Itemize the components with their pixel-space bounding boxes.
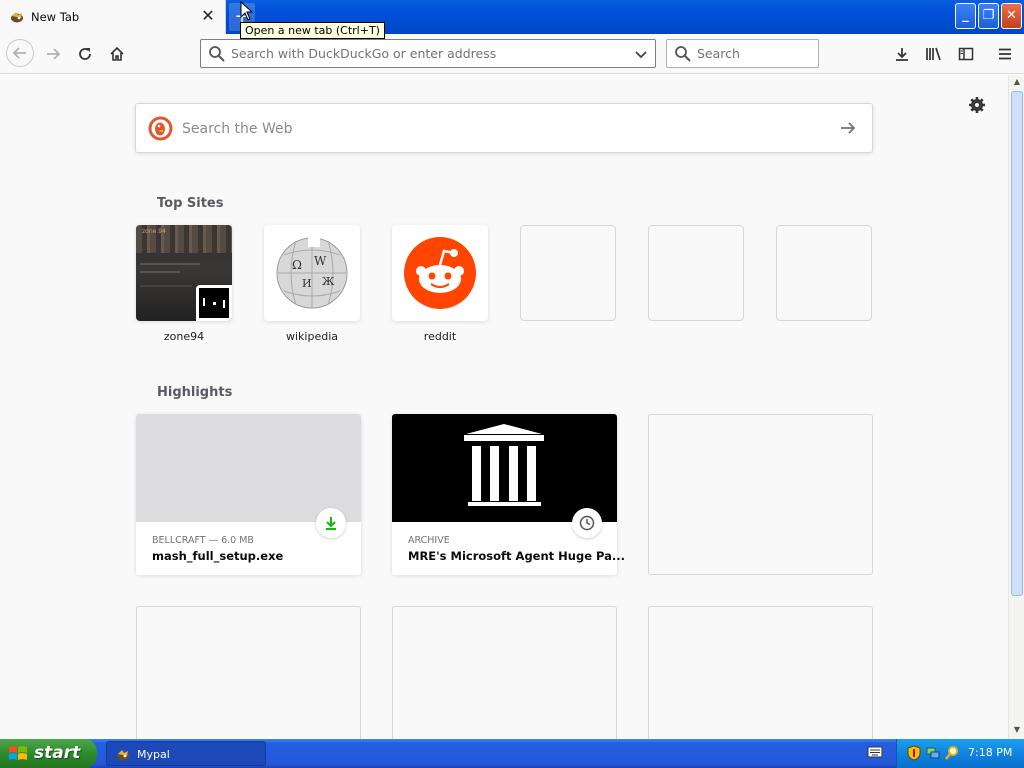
highlight-empty: [648, 606, 873, 739]
wikipedia-globe-icon: Ω W И Ж: [276, 237, 348, 309]
clock: 7:18 PM: [968, 746, 1013, 759]
svg-text:Ω: Ω: [292, 258, 302, 272]
search-icon: [674, 45, 691, 65]
highlight-empty: [136, 606, 361, 739]
search-tray-icon[interactable]: [944, 745, 960, 764]
tab-title: New Tab: [31, 10, 80, 24]
taskbar-item-label: Mypal: [137, 748, 170, 761]
highlight-empty: [648, 414, 873, 575]
top-site-empty[interactable]: [520, 225, 616, 321]
empty-tile: [776, 225, 872, 321]
arrow-right-icon[interactable]: [838, 118, 858, 141]
top-site-empty[interactable]: [648, 225, 744, 321]
web-search-box[interactable]: [135, 103, 873, 153]
home-button[interactable]: [104, 41, 130, 67]
taskbar: start Mypal 7:18 PM: [0, 739, 1024, 768]
top-site-label: zone94: [163, 330, 205, 343]
reload-icon: [79, 48, 91, 60]
highlight-card[interactable]: ARCHIVE MRE's Microsoft Agent Huge Pa...: [392, 414, 625, 575]
download-icon: [316, 508, 346, 538]
download-icon: [896, 48, 908, 61]
security-shield-icon[interactable]: [906, 745, 922, 764]
highlight-thumbnail: [136, 414, 361, 522]
thumbnail-text: zone.94: [142, 228, 166, 235]
back-button[interactable]: [6, 39, 34, 67]
windows-flag-icon: [8, 744, 28, 768]
top-site-thumbnail: zone.94: [136, 225, 232, 321]
new-tab-page: Top Sites zone.94 zone94 Ω W И: [0, 75, 1008, 739]
top-site-thumbnail: Ω W И Ж: [264, 225, 360, 321]
search-icon: [208, 45, 225, 65]
start-button[interactable]: start: [0, 739, 97, 768]
sidebar-button[interactable]: [953, 41, 979, 67]
hamburger-menu-icon: [999, 48, 1011, 60]
scrollbar-thumb[interactable]: [1011, 91, 1023, 596]
taskbar-item-mypal[interactable]: Mypal: [106, 741, 266, 766]
minimize-button[interactable]: _: [955, 3, 976, 29]
forward-button[interactable]: [40, 41, 66, 67]
top-sites-title: Top Sites: [157, 196, 224, 211]
highlight-title: mash_full_setup.exe: [152, 549, 284, 563]
gear-icon[interactable]: [967, 95, 987, 118]
reddit-logo-icon: [404, 237, 476, 309]
close-tab-icon[interactable]: ✕: [198, 6, 218, 26]
search-input[interactable]: [697, 44, 812, 63]
tab-new-tab[interactable]: New Tab ✕: [0, 0, 226, 34]
mouse-cursor-icon: [240, 0, 254, 24]
web-search-input[interactable]: [182, 118, 802, 140]
network-icon[interactable]: [925, 745, 941, 764]
top-site-thumbnail: [392, 225, 488, 321]
svg-text:Ж: Ж: [322, 275, 335, 288]
clock-icon: [572, 508, 602, 538]
navigation-toolbar: [0, 34, 1024, 74]
menu-button[interactable]: [992, 41, 1018, 67]
reload-button[interactable]: [72, 41, 98, 67]
highlight-card[interactable]: BELLCRAFT — 6.0 MB mash_full_setup.exe: [136, 414, 361, 575]
top-site-label: wikipedia: [285, 330, 338, 343]
library-button[interactable]: [921, 41, 947, 67]
highlights-title: Highlights: [157, 385, 233, 400]
highlight-context: BELLCRAFT — 6.0 MB: [152, 535, 254, 546]
forward-arrow-icon: [47, 48, 61, 60]
vertical-scrollbar[interactable]: ▲ ▼: [1008, 75, 1024, 739]
system-tray: 7:18 PM: [896, 739, 1024, 768]
library-icon: [926, 47, 941, 61]
duckduckgo-icon: [148, 116, 173, 144]
mypal-icon: [115, 747, 131, 766]
restore-button[interactable]: ❐: [978, 3, 999, 29]
close-window-button[interactable]: ✕: [1001, 3, 1022, 29]
home-icon: [110, 46, 124, 61]
highlight-empty: [392, 606, 617, 739]
empty-tile: [648, 225, 744, 321]
tab-strip: New Tab ✕ + _ ❐ ✕: [0, 0, 1024, 34]
keyboard-icon[interactable]: [867, 745, 883, 762]
top-site-reddit[interactable]: reddit: [392, 225, 488, 343]
highlight-title: MRE's Microsoft Agent Huge Pa...: [408, 549, 626, 563]
highlight-thumbnail: [392, 414, 617, 522]
top-site-label: reddit: [423, 330, 457, 343]
sidebar-icon: [958, 47, 974, 61]
internet-archive-logo-icon: [464, 424, 544, 506]
top-site-empty[interactable]: [776, 225, 872, 321]
top-site-zone94[interactable]: zone.94 zone94: [136, 225, 232, 343]
start-label: start: [34, 743, 81, 763]
svg-text:И: И: [302, 277, 312, 290]
downloads-button[interactable]: [889, 41, 915, 67]
url-input[interactable]: [231, 44, 626, 63]
scroll-up-icon[interactable]: ▲: [1011, 77, 1023, 89]
back-arrow-icon: [12, 47, 26, 59]
new-tab-tooltip: Open a new tab (Ctrl+T): [240, 22, 385, 39]
url-bar[interactable]: [200, 39, 656, 68]
pong-icon: [196, 285, 232, 321]
top-site-wikipedia[interactable]: Ω W И Ж wikipedia: [264, 225, 360, 343]
scroll-down-icon[interactable]: ▼: [1011, 725, 1023, 737]
highlight-context: ARCHIVE: [408, 535, 450, 546]
svg-text:W: W: [314, 254, 327, 268]
search-bar[interactable]: [666, 39, 819, 68]
empty-tile: [520, 225, 616, 321]
mypal-icon: [9, 9, 25, 25]
chevron-down-icon[interactable]: [633, 46, 649, 65]
